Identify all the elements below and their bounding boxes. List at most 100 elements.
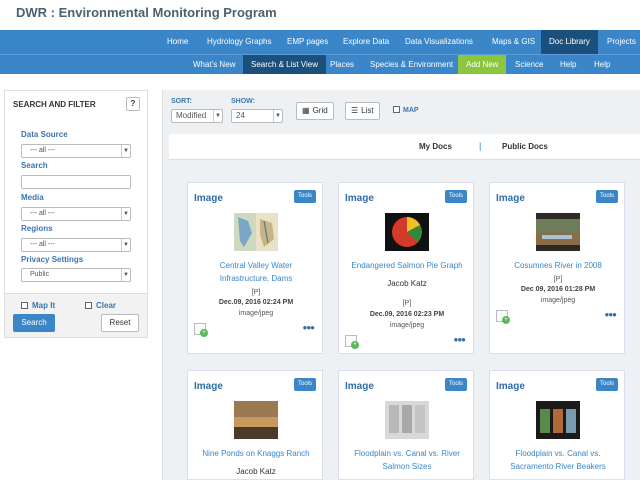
- tools-button[interactable]: Tools: [595, 190, 618, 203]
- doc-card[interactable]: Image Tools Nine Ponds on Knaggs Ranch J…: [187, 370, 323, 480]
- nav-species-environment[interactable]: Species & Environment: [370, 55, 453, 74]
- show-label: SHOW:: [231, 98, 255, 105]
- group-icon[interactable]: ●●●: [605, 310, 617, 319]
- nav-search-list-view[interactable]: Search & List View: [243, 55, 326, 74]
- doc-type: Image: [496, 193, 525, 204]
- thumbnail-image[interactable]: [234, 213, 278, 251]
- search-label: Search: [21, 161, 48, 170]
- primary-nav: Home Hydrology Graphs EMP pages Explore …: [0, 30, 640, 54]
- nav-emp-pages[interactable]: EMP pages: [287, 30, 328, 54]
- list-view-button[interactable]: ☰ List: [345, 102, 380, 120]
- group-icon[interactable]: ●●●: [454, 335, 466, 344]
- group-icon[interactable]: ●●●: [303, 323, 315, 332]
- checkbox-icon: [393, 106, 400, 113]
- privacy-select[interactable]: Public ▼: [21, 268, 131, 282]
- privacy-label: Privacy Settings: [21, 255, 84, 264]
- nav-whats-new[interactable]: What's New: [193, 55, 235, 74]
- doc-date: Dec.09, 2016 02:24 PM: [218, 299, 294, 306]
- nav-help[interactable]: Help: [560, 55, 576, 74]
- tools-button[interactable]: Tools: [293, 190, 316, 203]
- nav-help-2[interactable]: Help: [594, 55, 610, 74]
- nav-science[interactable]: Science: [515, 55, 543, 74]
- filter-heading: SEARCH AND FILTER: [13, 100, 96, 109]
- doc-author: Jacob Katz: [236, 467, 276, 476]
- tools-button[interactable]: Tools: [595, 378, 618, 391]
- checkbox-icon: [21, 302, 28, 309]
- doc-title[interactable]: Endangered Salmon Pie Graph: [343, 259, 471, 272]
- data-source-select[interactable]: --- all --- ▼: [21, 144, 131, 158]
- thumbnail-image[interactable]: [536, 401, 580, 439]
- map-checkbox[interactable]: MAP: [393, 106, 419, 114]
- doc-date: Dec.09, 2016 02:23 PM: [369, 311, 445, 318]
- doc-date: Dec 09, 2016 01:28 PM: [520, 286, 596, 293]
- nav-projects[interactable]: Projects: [607, 30, 636, 54]
- tab-my-docs[interactable]: My Docs: [419, 142, 452, 151]
- add-to-collection-icon[interactable]: +: [194, 323, 208, 337]
- search-input[interactable]: [21, 175, 131, 189]
- doc-card[interactable]: Image Tools Central Valley Water Infrast…: [187, 182, 323, 354]
- nav-add-new[interactable]: Add New: [458, 55, 507, 74]
- chevron-down-icon: ▼: [121, 239, 130, 251]
- secondary-nav: What's New Search & List View Places Spe…: [0, 54, 640, 74]
- doc-tabs: My Docs | Public Docs: [169, 134, 640, 160]
- nav-hydrology-graphs[interactable]: Hydrology Graphs: [207, 30, 271, 54]
- nav-data-visualizations[interactable]: Data Visualizations: [405, 30, 473, 54]
- show-select[interactable]: 24 ▼: [231, 109, 283, 123]
- search-button[interactable]: Search: [13, 314, 55, 332]
- regions-select[interactable]: --- all --- ▼: [21, 238, 131, 252]
- chevron-down-icon: ▼: [213, 110, 222, 122]
- sort-label: SORT:: [171, 98, 192, 105]
- doc-title[interactable]: Cosumnes River in 2008: [494, 259, 622, 272]
- list-icon: ☰: [351, 106, 359, 115]
- doc-mime: image/jpeg: [238, 310, 274, 317]
- grid-view-button[interactable]: ▦ Grid: [296, 102, 334, 120]
- tools-button[interactable]: Tools: [444, 378, 467, 391]
- doc-mime: image/jpeg: [389, 322, 425, 329]
- media-select[interactable]: --- all --- ▼: [21, 207, 131, 221]
- tools-button[interactable]: Tools: [293, 378, 316, 391]
- chevron-down-icon: ▼: [273, 110, 282, 122]
- nav-home[interactable]: Home: [167, 30, 188, 54]
- doc-card[interactable]: Image Tools Floodplain vs. Canal vs. Riv…: [338, 370, 474, 480]
- data-source-label: Data Source: [21, 130, 68, 139]
- doc-mime: image/jpeg: [540, 297, 576, 304]
- tab-public-docs[interactable]: Public Docs: [502, 142, 548, 151]
- privacy-flag: [P]: [553, 276, 563, 283]
- doc-type: Image: [345, 381, 374, 392]
- nav-explore-data[interactable]: Explore Data: [343, 30, 389, 54]
- nav-places[interactable]: Places: [330, 55, 354, 74]
- doc-title[interactable]: Central Valley Water: [192, 259, 320, 272]
- add-to-collection-icon[interactable]: +: [345, 335, 359, 349]
- privacy-flag: [P]: [251, 289, 261, 296]
- thumbnail-image[interactable]: [385, 401, 429, 439]
- add-to-collection-icon[interactable]: +: [496, 310, 510, 324]
- regions-label: Regions: [21, 224, 53, 233]
- grid-icon: ▦: [302, 106, 310, 115]
- doc-card[interactable]: Image Tools Endangered Salmon Pie Graph …: [338, 182, 474, 354]
- doc-author: Jacob Katz: [387, 279, 427, 288]
- thumbnail-image[interactable]: [385, 213, 429, 251]
- tools-button[interactable]: Tools: [444, 190, 467, 203]
- doc-card[interactable]: Image Tools Floodplain vs. Canal vs. Sac…: [489, 370, 625, 480]
- thumbnail-image[interactable]: [234, 401, 278, 439]
- doc-card[interactable]: Image Tools Cosumnes River in 2008 [P] D…: [489, 182, 625, 354]
- thumbnail-image[interactable]: [536, 213, 580, 251]
- doc-title-line2[interactable]: Sacramento River Beakers: [494, 460, 622, 473]
- doc-title[interactable]: Nine Ponds on Knaggs Ranch: [192, 447, 320, 460]
- chevron-down-icon: ▼: [121, 208, 130, 220]
- doc-title-line2[interactable]: Infrastructure, Dams: [192, 272, 320, 285]
- app-title: DWR : Environmental Monitoring Program: [16, 5, 277, 20]
- map-it-checkbox[interactable]: Map It: [21, 301, 55, 310]
- doc-type: Image: [194, 193, 223, 204]
- doc-title-line2[interactable]: Salmon Sizes: [343, 460, 471, 473]
- nav-doc-library[interactable]: Doc Library: [541, 30, 598, 54]
- doc-title[interactable]: Floodplain vs. Canal vs.: [494, 447, 622, 460]
- doc-title[interactable]: Floodplain vs. Canal vs. River: [343, 447, 471, 460]
- clear-checkbox[interactable]: Clear: [85, 301, 116, 310]
- sort-select[interactable]: Modified ▼: [171, 109, 223, 123]
- help-button[interactable]: ?: [126, 97, 140, 111]
- doc-type: Image: [496, 381, 525, 392]
- reset-button[interactable]: Reset: [101, 314, 139, 332]
- tab-separator: |: [479, 141, 482, 151]
- nav-maps-gis[interactable]: Maps & GIS: [492, 30, 535, 54]
